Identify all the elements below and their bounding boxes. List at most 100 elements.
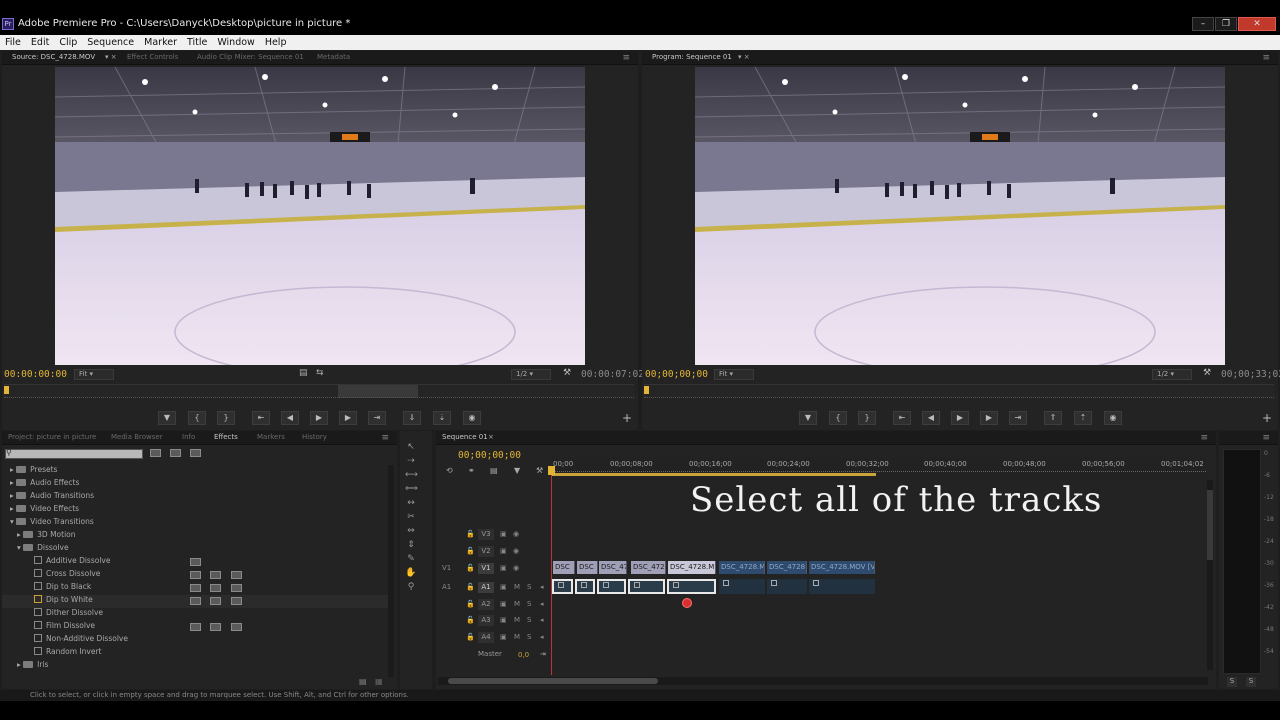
mute-icon[interactable]: M <box>514 600 520 608</box>
go-to-out-icon[interactable]: ⇥ <box>368 411 386 425</box>
video-clip[interactable]: DSC_4728.MOV [V <box>809 561 875 574</box>
tree-folder-video-transitions[interactable]: ▾ Video Transitions <box>2 517 392 530</box>
audio-clip[interactable] <box>809 579 875 594</box>
track-name[interactable]: V1 <box>478 563 494 574</box>
tree-folder-3d-motion[interactable]: ▸ 3D Motion <box>2 530 392 543</box>
solo-icon[interactable]: S <box>527 616 531 624</box>
solo-left-button[interactable]: S <box>1227 677 1237 687</box>
tree-folder-audio-transitions[interactable]: ▸ Audio Transitions <box>2 491 392 504</box>
track-v3-header[interactable]: 🔓 V3 ▣ ◉ <box>438 527 551 543</box>
track-a2-header[interactable]: 🔓 A2 ▣ M S ◂ <box>438 597 551 613</box>
audio-clip[interactable] <box>767 579 807 594</box>
tree-item-non-additive-dissolve[interactable]: Non-Additive Dissolve <box>2 634 392 647</box>
track-a1-header[interactable]: A1 🔓 A1 ▣ M S ◂ <box>438 580 551 596</box>
menu-sequence[interactable]: Sequence <box>82 35 139 50</box>
maximize-icon[interactable]: ❐ <box>1215 17 1237 31</box>
tab-history[interactable]: History <box>302 433 327 441</box>
track-name[interactable]: A2 <box>478 599 494 610</box>
track-name[interactable]: A4 <box>478 632 494 643</box>
menu-marker[interactable]: Marker <box>139 35 182 50</box>
zoom-scroll-thumb[interactable] <box>448 678 658 684</box>
menu-window[interactable]: Window <box>212 35 259 50</box>
mark-in-icon[interactable]: { <box>188 411 206 425</box>
voiceover-icon[interactable]: ◂ <box>540 583 544 591</box>
tab-project[interactable]: Project: picture in picture <box>8 433 96 441</box>
slip-tool-icon[interactable]: ⇔ <box>405 526 417 538</box>
track-a4-header[interactable]: 🔓 A4 ▣ M S ◂ <box>438 630 551 646</box>
lock-icon[interactable]: 🔓 <box>466 583 475 591</box>
linked-selection-icon[interactable]: ⚭ <box>468 466 475 475</box>
tree-item-dip-to-black[interactable]: Dip to Black <box>2 582 392 595</box>
timeline-ruler[interactable]: 00;00 00;00;08;00 00;00;16;00 00;00;24;0… <box>551 457 1206 479</box>
go-to-in-icon[interactable]: ⇤ <box>893 411 911 425</box>
lock-icon[interactable]: 🔓 <box>466 564 475 572</box>
play-icon[interactable]: ▶ <box>310 411 328 425</box>
zoom-tool-icon[interactable]: ⚲ <box>405 582 417 594</box>
overwrite-icon[interactable]: ⇣ <box>433 411 451 425</box>
program-timecode-in[interactable]: 00;00;00;00 <box>645 369 708 380</box>
tab-sequence-01[interactable]: Sequence 01 <box>442 433 488 441</box>
video-clip[interactable]: DSC_4728.M <box>719 561 765 574</box>
add-marker-icon[interactable]: ▼ <box>158 411 176 425</box>
mute-icon[interactable]: M <box>514 633 520 641</box>
source-playhead[interactable] <box>4 386 9 394</box>
eye-icon[interactable]: ◉ <box>513 547 519 555</box>
track-name[interactable]: A3 <box>478 615 494 626</box>
export-frame-icon[interactable]: ◉ <box>1104 411 1122 425</box>
add-marker-icon[interactable]: ▼ <box>799 411 817 425</box>
video-clip[interactable]: DSC <box>553 561 575 574</box>
go-to-in-icon[interactable]: ⇤ <box>252 411 270 425</box>
wrench-icon[interactable]: ⚒ <box>1203 368 1211 378</box>
selection-tool-icon[interactable]: ↖ <box>405 442 417 454</box>
track-name[interactable]: A1 <box>478 582 494 593</box>
source-settings-icon[interactable]: ▤ <box>299 368 308 378</box>
tab-source[interactable]: Source: DSC_4728.MOV <box>12 53 95 61</box>
hand-tool-icon[interactable]: ✋ <box>405 568 417 580</box>
trash-icon[interactable]: ▦ <box>375 677 383 686</box>
video-clip[interactable]: DSC_472 <box>631 561 666 574</box>
tab-metadata[interactable]: Metadata <box>317 53 350 61</box>
wrench-icon[interactable]: ⚒ <box>536 466 543 475</box>
effects-search-input[interactable] <box>5 449 143 459</box>
panel-menu-icon[interactable]: ≡ <box>1200 433 1208 443</box>
panel-menu-icon[interactable]: ≡ <box>622 53 630 63</box>
pen-tool-icon[interactable]: ✎ <box>405 554 417 566</box>
program-time-ruler[interactable] <box>644 384 1274 398</box>
drag-video-icon[interactable]: ⇆ <box>316 368 324 378</box>
menu-edit[interactable]: Edit <box>26 35 54 50</box>
timeline-zoom-scrollbar[interactable] <box>438 677 1208 685</box>
sync-lock-icon[interactable]: ▣ <box>500 600 507 608</box>
timeline-playhead[interactable] <box>548 466 555 475</box>
track-v1-header[interactable]: V1 🔓 V1 ▣ ◉ <box>438 561 551 577</box>
razor-tool-icon[interactable]: ✂ <box>405 512 417 524</box>
program-resolution-dropdown[interactable]: 1/2 ▾ <box>1152 369 1192 380</box>
lock-icon[interactable]: 🔓 <box>466 547 475 555</box>
track-v2-header[interactable]: 🔓 V2 ▣ ◉ <box>438 544 551 560</box>
tree-item-cross-dissolve[interactable]: Cross Dissolve <box>2 569 392 582</box>
sync-lock-icon[interactable]: ▣ <box>500 564 507 572</box>
tree-item-dip-to-white[interactable]: Dip to White <box>2 595 392 608</box>
go-to-end-icon[interactable]: ⇥ <box>540 650 546 658</box>
menu-help[interactable]: Help <box>260 35 292 50</box>
mark-in-icon[interactable]: { <box>829 411 847 425</box>
source-patch-a1[interactable]: A1 <box>442 583 451 591</box>
master-volume-value[interactable]: 0,0 <box>518 651 529 659</box>
master-track-header[interactable]: Master 0,0 ⇥ <box>438 648 551 664</box>
mute-icon[interactable]: M <box>514 583 520 591</box>
extract-icon[interactable]: ⇡ <box>1074 411 1092 425</box>
tree-folder-video-effects[interactable]: ▸ Video Effects <box>2 504 392 517</box>
video-clip[interactable]: DSC_4728 <box>767 561 807 574</box>
voiceover-icon[interactable]: ◂ <box>540 616 544 624</box>
tree-folder-presets[interactable]: ▸ Presets <box>2 465 392 478</box>
button-editor-icon[interactable]: + <box>622 411 632 425</box>
yuv-effects-icon[interactable] <box>190 449 201 457</box>
tab-markers[interactable]: Markers <box>257 433 285 441</box>
ripple-edit-tool-icon[interactable]: ⟷ <box>405 470 418 482</box>
menu-clip[interactable]: Clip <box>54 35 82 50</box>
audio-clip-selected[interactable] <box>552 579 573 594</box>
track-name[interactable]: V3 <box>478 529 494 540</box>
tree-folder-audio-effects[interactable]: ▸ Audio Effects <box>2 478 392 491</box>
program-playhead[interactable] <box>644 386 649 394</box>
close-icon[interactable]: ▾ × <box>105 53 117 61</box>
mute-icon[interactable]: M <box>514 616 520 624</box>
